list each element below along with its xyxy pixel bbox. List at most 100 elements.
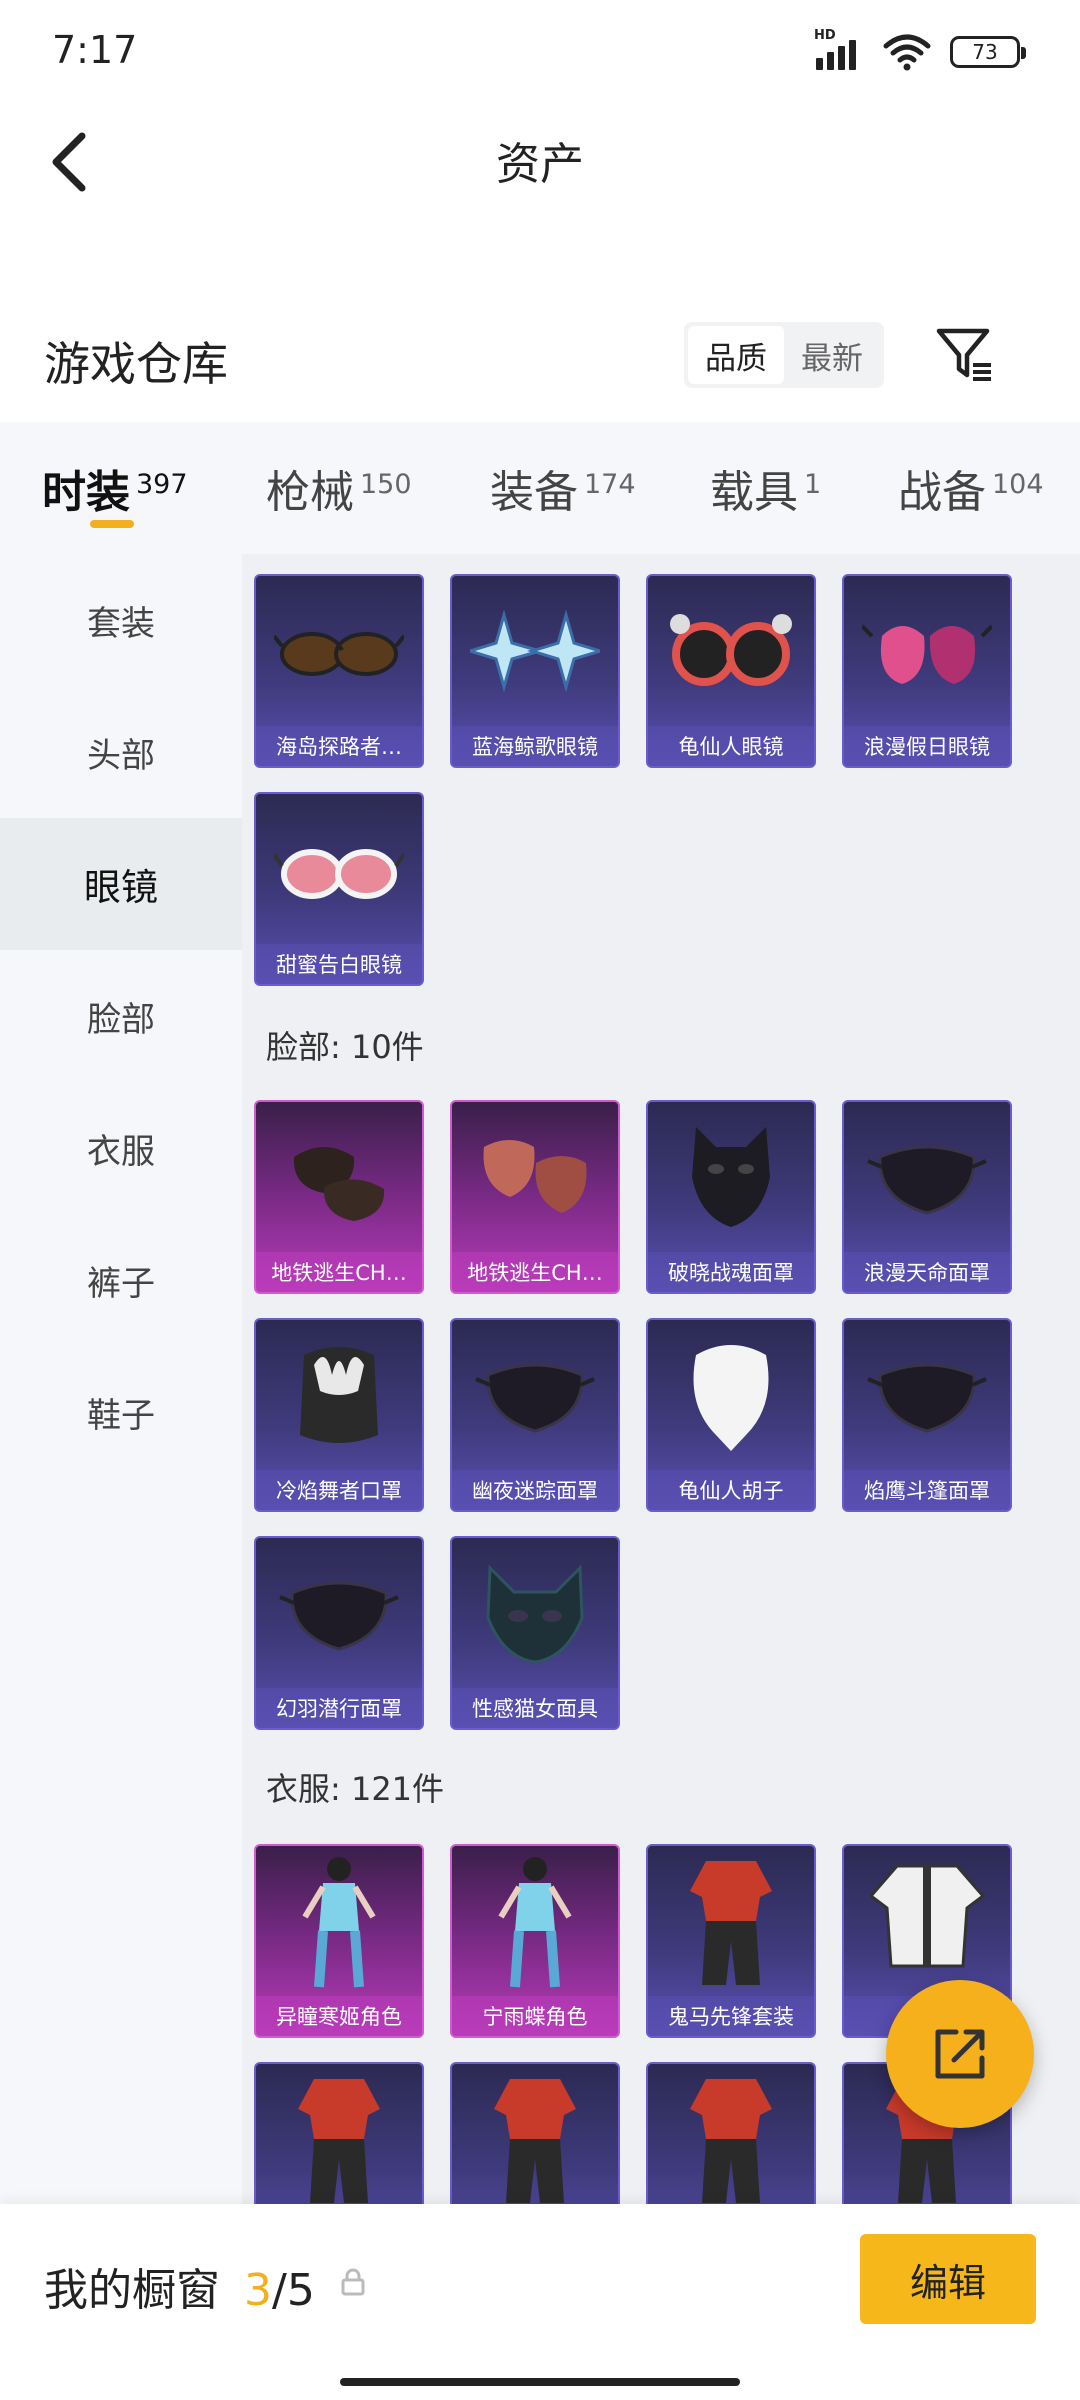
tab-vehicles[interactable]: 载具 1 (710, 456, 821, 520)
tab-count: 150 (360, 469, 412, 500)
tab-guns[interactable]: 枪械 150 (266, 456, 412, 520)
item-card[interactable]: 浪漫假日眼镜 (842, 574, 1012, 768)
face-mask-icon (256, 1538, 422, 1688)
item-card[interactable]: 浪漫天命面罩 (842, 1100, 1012, 1294)
item-card[interactable] (646, 2062, 816, 2204)
face-mask-icon (844, 1320, 1010, 1470)
item-name: 地铁逃生CH… (256, 1252, 422, 1292)
item-name: 蓝海鲸歌眼镜 (452, 726, 618, 766)
filter-button[interactable] (930, 320, 1000, 390)
item-name: 幽夜迷踪面罩 (452, 1470, 618, 1510)
item-card[interactable]: 焰鹰斗篷面罩 (842, 1318, 1012, 1512)
sort-newest[interactable]: 最新 (784, 326, 880, 384)
item-name: 浪漫假日眼镜 (844, 726, 1010, 766)
item-name: 异瞳寒姬角色 (256, 1996, 422, 2036)
item-name: 龟仙人胡子 (648, 1470, 814, 1510)
item-card[interactable]: 异瞳寒姬角色 (254, 1844, 424, 2038)
showcase-current: 3 (244, 2265, 272, 2316)
jacket-icon (844, 1846, 1010, 1996)
tab-label: 时装 (42, 467, 130, 518)
tab-label: 装备 (490, 467, 578, 518)
battery-icon: 73 (950, 36, 1026, 68)
item-name: 性感猫女面具 (452, 1688, 618, 1728)
share-fab[interactable] (886, 1980, 1034, 2128)
item-card[interactable]: 宁雨蝶角色 (450, 1844, 620, 2038)
page-title: 资产 (496, 139, 584, 190)
cat-mask-icon (452, 1538, 618, 1688)
face-mask-icon (844, 1102, 1010, 1252)
pink-glasses-icon (256, 794, 422, 944)
showcase-label: 我的橱窗 (44, 2265, 220, 2316)
sidebar-item-head[interactable]: 头部 (0, 686, 242, 818)
item-name: 地铁逃生CH… (452, 1252, 618, 1292)
outfit-icon (452, 2064, 618, 2204)
item-card[interactable]: 蓝海鲸歌眼镜 (450, 574, 620, 768)
round-glasses-icon (648, 576, 814, 726)
tab-count: 104 (992, 469, 1044, 500)
wifi-icon (882, 32, 932, 72)
lock-icon (340, 2268, 366, 2300)
heart-glasses-icon (844, 576, 1010, 726)
home-indicator (340, 2378, 740, 2386)
star-glasses-icon (452, 576, 618, 726)
beast-mask-icon (648, 1102, 814, 1252)
item-name: 甜蜜告白眼镜 (256, 944, 422, 984)
sidebar-item-clothes[interactable]: 衣服 (0, 1082, 242, 1214)
flame-mask-icon (256, 1320, 422, 1470)
item-name: 冷焰舞者口罩 (256, 1470, 422, 1510)
item-name: 破晓战魂面罩 (648, 1252, 814, 1292)
tab-supplies[interactable]: 战备 104 (898, 456, 1044, 520)
item-card[interactable]: 龟仙人胡子 (646, 1318, 816, 1512)
sidebar: 套装 头部 眼镜 脸部 衣服 裤子 鞋子 (0, 554, 242, 2204)
item-card[interactable]: 海岛探路者… (254, 574, 424, 768)
bandana-icon (452, 1102, 618, 1252)
share-icon (935, 2029, 985, 2079)
sidebar-item-suits[interactable]: 套装 (0, 554, 242, 686)
item-card[interactable]: 甜蜜告白眼镜 (254, 792, 424, 986)
item-name: 龟仙人眼镜 (648, 726, 814, 766)
sort-toggle: 品质 最新 (684, 322, 884, 388)
outfit-icon (256, 2064, 422, 2204)
item-card[interactable] (254, 2062, 424, 2204)
item-card[interactable]: 龟仙人眼镜 (646, 574, 816, 768)
warehouse-row: 游戏仓库 品质 最新 (0, 300, 1080, 410)
sort-quality[interactable]: 品质 (688, 326, 784, 384)
edit-button[interactable]: 编辑 (860, 2234, 1036, 2324)
signal-icon: HD (814, 28, 864, 72)
sidebar-item-pants[interactable]: 裤子 (0, 1214, 242, 1346)
sidebar-item-face[interactable]: 脸部 (0, 950, 242, 1082)
item-card[interactable]: 破晓战魂面罩 (646, 1100, 816, 1294)
category-tabs: 时装 397 枪械 150 装备 174 载具 1 战备 104 (0, 422, 1080, 554)
tab-count: 1 (804, 469, 822, 500)
section-label-face: 脸部: 10件 (266, 1028, 424, 1066)
item-card[interactable]: 幽夜迷踪面罩 (450, 1318, 620, 1512)
outfit-icon (648, 2064, 814, 2204)
tab-active-indicator (90, 520, 134, 528)
tab-label: 载具 (710, 467, 798, 518)
item-name: 焰鹰斗篷面罩 (844, 1470, 1010, 1510)
item-card[interactable] (450, 2062, 620, 2204)
tab-fashion[interactable]: 时装 397 (42, 456, 188, 520)
item-card[interactable]: 冷焰舞者口罩 (254, 1318, 424, 1512)
header: 资产 (0, 100, 1080, 220)
status-time: 7:17 (52, 28, 138, 72)
item-card[interactable]: 地铁逃生CH… (254, 1100, 424, 1294)
item-card[interactable]: 幻羽潜行面罩 (254, 1536, 424, 1730)
tab-count: 397 (136, 469, 188, 500)
beard-icon (648, 1320, 814, 1470)
mask-icon (256, 1102, 422, 1252)
tab-equipment[interactable]: 装备 174 (490, 456, 636, 520)
tab-label: 枪械 (266, 467, 354, 518)
showcase-title: 我的橱窗 3 /5 (44, 2254, 315, 2318)
filter-icon (936, 328, 991, 381)
sunglasses-icon (256, 576, 422, 726)
item-card[interactable]: 地铁逃生CH… (450, 1100, 620, 1294)
tab-label: 战备 (898, 467, 986, 518)
sidebar-item-glasses[interactable]: 眼镜 (0, 818, 242, 950)
item-card[interactable]: 鬼马先锋套装 (646, 1844, 816, 2038)
battery-level: 73 (972, 40, 998, 64)
item-card[interactable]: 性感猫女面具 (450, 1536, 620, 1730)
outfit-icon (648, 1846, 814, 1996)
sidebar-item-shoes[interactable]: 鞋子 (0, 1346, 242, 1478)
item-name: 浪漫天命面罩 (844, 1252, 1010, 1292)
